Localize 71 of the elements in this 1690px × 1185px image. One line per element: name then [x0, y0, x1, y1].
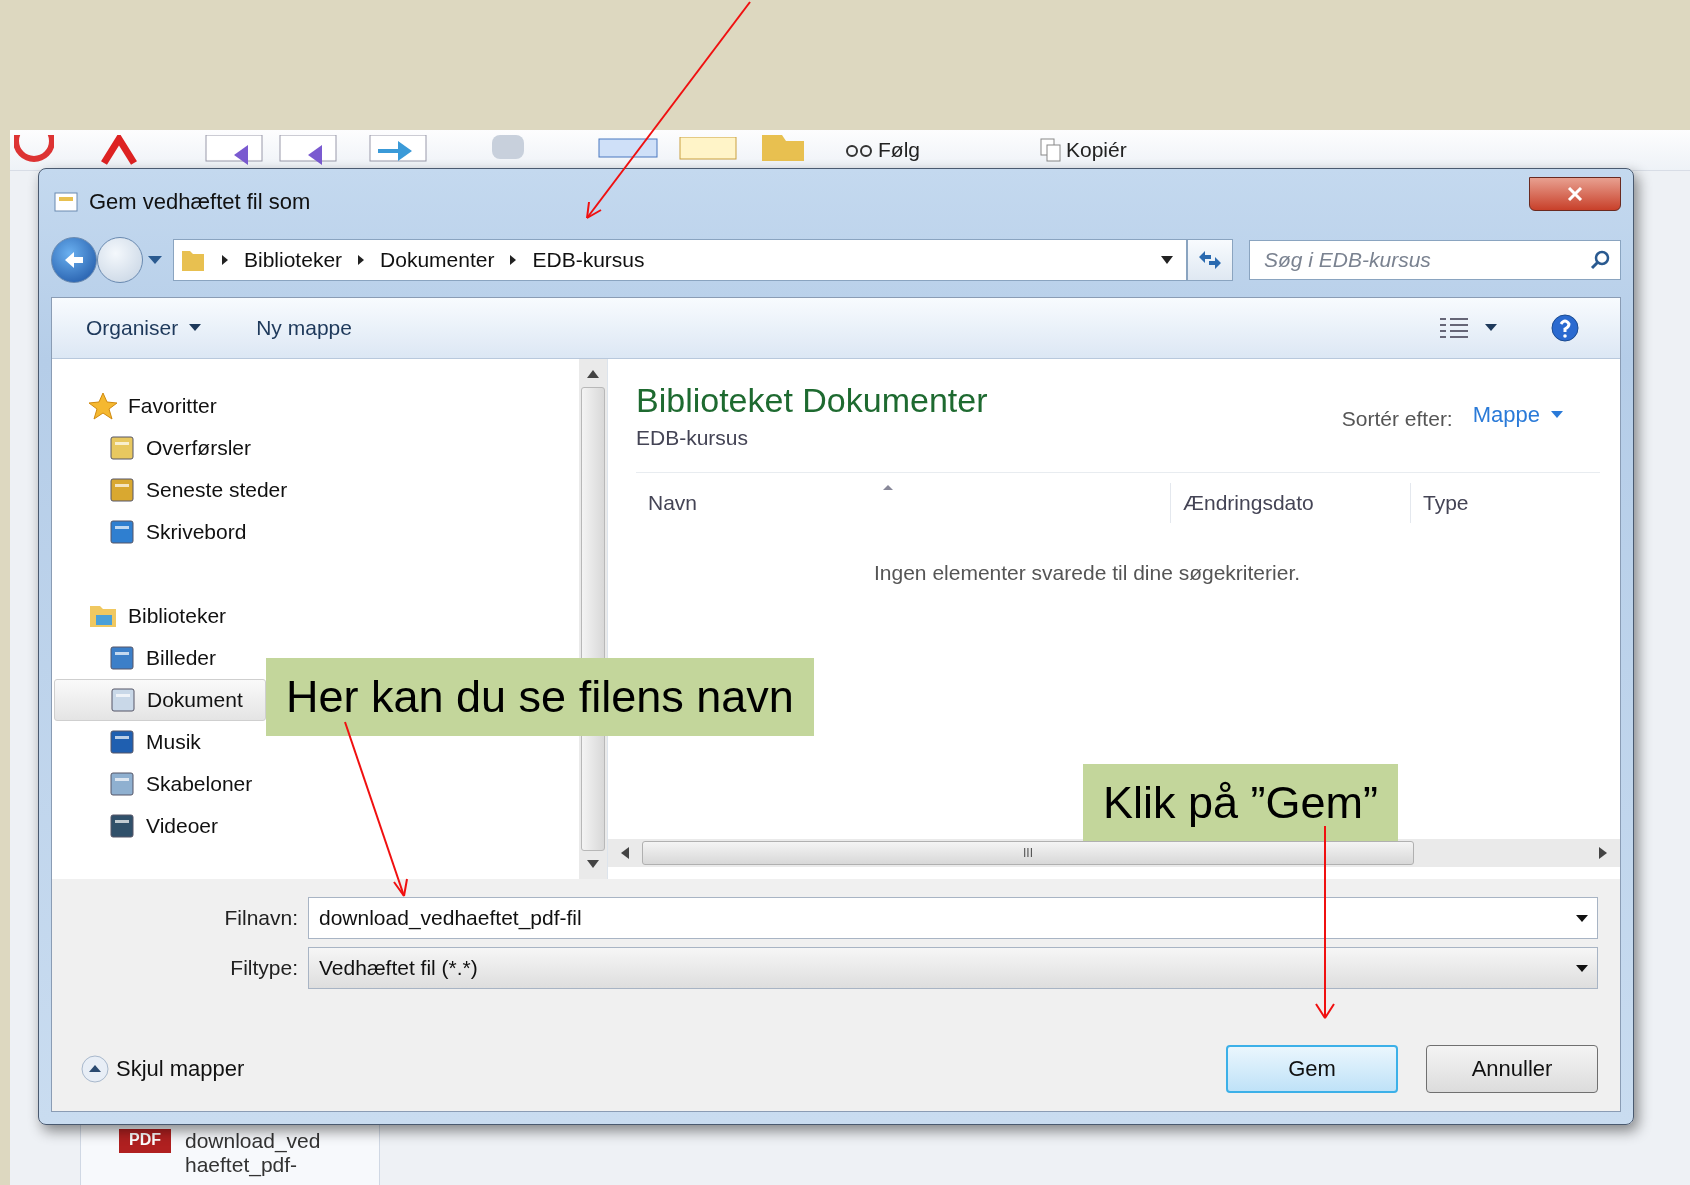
caret-icon — [1550, 411, 1564, 419]
nav-item[interactable]: Billeder — [52, 637, 229, 679]
toolbar-button[interactable]: Ny mappe — [244, 310, 364, 346]
collapse-up-icon — [80, 1054, 110, 1084]
view-list-icon[interactable] — [1438, 316, 1470, 340]
dropdown-icon — [1575, 963, 1589, 973]
follow-button[interactable]: Følg — [844, 138, 920, 162]
search-icon — [1589, 249, 1611, 271]
column-header[interactable]: Navn — [636, 483, 1171, 523]
library-subtitle: EDB-kursus — [636, 426, 750, 450]
copy-button[interactable]: Kopiér — [1040, 138, 1127, 162]
hide-folders-button[interactable]: Skjul mapper — [74, 1053, 251, 1085]
sort-arrow-icon — [882, 484, 894, 491]
breadcrumb-item[interactable]: Biblioteker — [244, 248, 343, 272]
back-arrow-icon — [63, 250, 85, 270]
close-button[interactable] — [1529, 177, 1621, 211]
scroll-thumb[interactable]: III — [642, 841, 1414, 865]
empty-message: Ingen elementer svarede til dine søgekriterier. — [874, 561, 1302, 585]
nav-item[interactable]: Seneste steder — [52, 469, 300, 511]
file-type-dropdown[interactable]: Vedhæftet fil (*.*) — [308, 947, 1598, 989]
history-dropdown-icon[interactable] — [147, 255, 163, 265]
scroll-down-icon[interactable] — [586, 859, 600, 869]
close-icon — [1567, 187, 1583, 201]
toolbar-button[interactable]: Organiser — [74, 310, 215, 346]
copy-icon — [1040, 138, 1062, 162]
breadcrumb-item[interactable]: EDB-kursus — [532, 248, 645, 272]
nav-item[interactable]: Musik — [52, 721, 213, 763]
window-title: Gem vedhæftet fil som — [89, 189, 311, 215]
annotation-callout: Her kan du se filens navn — [266, 658, 814, 736]
dropdown-icon[interactable] — [1160, 255, 1174, 265]
address-bar[interactable]: Biblioteker Dokumenter EDB-kursus — [173, 239, 1187, 281]
chevron-icon[interactable] — [220, 254, 230, 266]
nav-item[interactable]: Biblioteker — [52, 595, 239, 637]
cancel-button[interactable]: Annuller — [1426, 1045, 1598, 1093]
breadcrumb-item[interactable]: Dokumenter — [380, 248, 495, 272]
library-title: Biblioteket Dokumenter — [636, 381, 988, 420]
help-icon[interactable] — [1550, 313, 1580, 343]
window-icon — [53, 189, 81, 215]
scroll-right-icon[interactable] — [1598, 846, 1608, 860]
column-header[interactable]: Ændringsdato — [1171, 483, 1411, 523]
field-label: Filtype: — [229, 956, 299, 980]
file-name-line: download_ved — [185, 1129, 321, 1153]
horizontal-scrollbar[interactable]: III — [608, 839, 1620, 867]
refresh-button[interactable] — [1187, 239, 1233, 281]
forward-button[interactable] — [97, 237, 143, 283]
caret-icon[interactable] — [1484, 324, 1498, 332]
nav-item[interactable]: Skrivebord — [52, 511, 259, 553]
search-field[interactable]: Søg i EDB-kursus — [1249, 240, 1621, 280]
nav-item[interactable]: Favoritter — [52, 385, 229, 427]
field-label: Filnavn: — [223, 906, 299, 930]
star-icon — [88, 392, 118, 420]
nav-item[interactable]: Videoer — [52, 805, 230, 847]
refresh-arrows-icon — [1197, 249, 1223, 271]
nav-item[interactable]: Overførsler — [52, 427, 263, 469]
scroll-left-icon[interactable] — [620, 846, 630, 860]
dropdown-icon — [1575, 913, 1589, 923]
column-header[interactable]: Type — [1411, 483, 1481, 523]
nav-item[interactable]: Dokument — [54, 679, 266, 721]
library-folder-icon — [88, 603, 118, 629]
toolbar-icon[interactable] — [14, 135, 54, 165]
sort-dropdown[interactable]: Mappe — [1466, 401, 1570, 429]
scroll-up-icon[interactable] — [586, 369, 600, 379]
save-button[interactable]: Gem — [1226, 1045, 1398, 1093]
sort-label: Sortér efter: — [1341, 407, 1453, 431]
back-button[interactable] — [51, 237, 97, 283]
glasses-icon — [844, 143, 874, 157]
annotation-callout: Klik på ”Gem” — [1083, 764, 1399, 841]
nav-item[interactable]: Skabeloner — [52, 763, 265, 805]
file-name-line: haeftet_pdf- — [185, 1153, 299, 1177]
file-name-field[interactable]: download_vedhaeftet_pdf-fil — [308, 897, 1598, 939]
pdf-badge: PDF — [119, 1129, 171, 1153]
